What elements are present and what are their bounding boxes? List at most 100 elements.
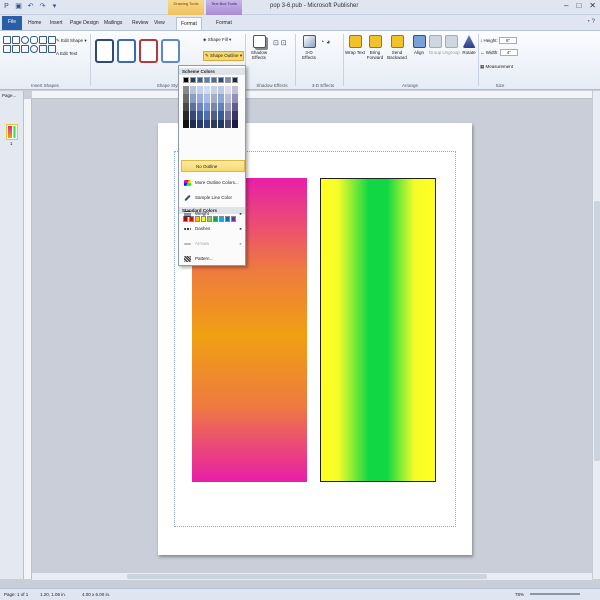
- arrows-icon: [184, 243, 191, 245]
- close-button[interactable]: ✕: [589, 1, 596, 10]
- color-swatch[interactable]: [204, 77, 210, 83]
- edit-text-label: Edit Text: [60, 51, 78, 56]
- sample-line-color-item[interactable]: Sample Line Color: [181, 192, 245, 204]
- oval-shape-icon[interactable]: [21, 36, 29, 44]
- tab-format-textbox[interactable]: Format: [216, 17, 232, 30]
- vertical-scrollbar-thumb[interactable]: [594, 201, 600, 461]
- horizontal-ruler[interactable]: [32, 91, 592, 99]
- no-outline-item[interactable]: No Outline: [181, 160, 245, 172]
- brace-shape-icon[interactable]: [21, 45, 29, 53]
- maximize-button[interactable]: □: [576, 1, 581, 10]
- line-shape-icon[interactable]: [3, 36, 11, 44]
- tint-column[interactable]: [183, 86, 189, 129]
- tab-file[interactable]: File: [2, 16, 22, 30]
- color-swatch[interactable]: [218, 77, 224, 83]
- horizontal-scrollbar[interactable]: [32, 573, 592, 580]
- edit-shape-button[interactable]: ✎ Edit Shape ▾: [56, 38, 87, 44]
- dashes-item[interactable]: Dashes ▸: [181, 223, 245, 235]
- shadow-effects-button[interactable]: Shadow Effects: [248, 35, 270, 79]
- wrap-text-button[interactable]: Wrap Text: [344, 35, 366, 79]
- color-swatch[interactable]: [225, 77, 231, 83]
- thumb-left-shape: [8, 126, 12, 138]
- tint-column[interactable]: [232, 86, 238, 129]
- tab-page-design[interactable]: Page Design: [70, 17, 99, 30]
- tab-view[interactable]: View: [154, 17, 165, 30]
- weight-item[interactable]: Weight ▸: [181, 208, 245, 220]
- tint-column[interactable]: [211, 86, 217, 129]
- vertical-ruler[interactable]: [24, 99, 32, 579]
- tint-column[interactable]: [204, 86, 210, 129]
- tab-insert[interactable]: Insert: [50, 17, 63, 30]
- color-swatch[interactable]: [211, 77, 217, 83]
- edit-text-button[interactable]: A Edit Text: [56, 51, 77, 56]
- bring-forward-button[interactable]: Bring Forward: [364, 35, 386, 79]
- yellow-green-gradient-rectangle[interactable]: [320, 178, 436, 482]
- tint-column[interactable]: [225, 86, 231, 129]
- page-thumbnail[interactable]: [6, 124, 18, 140]
- dashes-icon: [184, 228, 191, 230]
- height-field[interactable]: ↕ Height: 6": [480, 37, 518, 44]
- minimize-button[interactable]: –: [564, 1, 568, 10]
- shape-style-3[interactable]: [139, 39, 158, 63]
- sample-line-color-label: Sample Line Color: [195, 195, 233, 200]
- measurement-button[interactable]: ▦ Measurement: [480, 64, 513, 70]
- workspace[interactable]: [33, 99, 591, 573]
- 3d-effects-button[interactable]: 3-D Effects: [298, 35, 320, 79]
- width-field[interactable]: ↔ Width: 4": [480, 49, 518, 56]
- more-outline-colors-item[interactable]: More Outline Colors...: [181, 177, 245, 189]
- page-thumbnail-number: 1: [10, 141, 13, 146]
- color-swatch[interactable]: [183, 77, 189, 83]
- undo-icon[interactable]: ↶: [26, 2, 35, 11]
- wrap-text-icon: [348, 35, 362, 48]
- color-swatch[interactable]: [197, 77, 203, 83]
- width-value[interactable]: 4": [499, 49, 518, 56]
- bring-forward-label: Bring Forward: [366, 50, 384, 60]
- arrow-shape-icon[interactable]: [48, 36, 56, 44]
- nudge-shadow-icons[interactable]: ⊡ ⊡: [273, 39, 287, 47]
- tilt-icons[interactable]: ◔ ◕: [320, 39, 330, 46]
- star-shape-icon[interactable]: [3, 45, 11, 53]
- bring-forward-icon: [368, 35, 382, 48]
- shape-style-4[interactable]: [161, 39, 180, 63]
- help-icon[interactable]: ◔ ?: [586, 19, 595, 25]
- more-shapes-icon[interactable]: [48, 45, 56, 53]
- redo-icon[interactable]: ↷: [38, 2, 47, 11]
- save-icon[interactable]: ▣: [14, 2, 23, 11]
- customize-qat-icon[interactable]: ▾: [50, 2, 59, 11]
- color-swatch[interactable]: [232, 77, 238, 83]
- rotate-button[interactable]: Rotate: [458, 35, 480, 79]
- status-position: 1.20, 1.06 in.: [40, 592, 67, 597]
- rotate-icon: [462, 35, 476, 48]
- pattern-item[interactable]: Pattern...: [181, 253, 245, 265]
- curve-shape-icon[interactable]: [30, 45, 38, 53]
- hexagon-shape-icon[interactable]: [39, 45, 47, 53]
- size-group-label: Size: [495, 83, 505, 88]
- tab-format-drawing[interactable]: Format: [176, 17, 202, 30]
- tab-mailings[interactable]: Mailings: [104, 17, 122, 30]
- callout-shape-icon[interactable]: [12, 45, 20, 53]
- color-swatch[interactable]: [190, 77, 196, 83]
- status-page[interactable]: Page: 1 of 1: [4, 589, 28, 600]
- status-zoom[interactable]: 78%: [515, 589, 524, 600]
- triangle-shape-icon[interactable]: [39, 36, 47, 44]
- shape-style-1[interactable]: [95, 39, 114, 63]
- tab-home[interactable]: Home: [28, 17, 41, 30]
- height-value[interactable]: 6": [499, 37, 518, 44]
- measurement-label: Measurement: [485, 64, 514, 69]
- shape-style-2[interactable]: [117, 39, 136, 63]
- send-backward-label: Send Backward: [387, 50, 407, 60]
- tint-column[interactable]: [218, 86, 224, 129]
- 3d-effects-btn-label: 3-D Effects: [302, 50, 316, 60]
- vertical-scrollbar[interactable]: [592, 91, 600, 579]
- tint-column[interactable]: [197, 86, 203, 129]
- shape-fill-button[interactable]: ◈ Shape Fill ▾: [203, 37, 231, 43]
- zoom-slider[interactable]: [530, 593, 580, 595]
- tab-review[interactable]: Review: [132, 17, 148, 30]
- send-backward-button[interactable]: Send Backward: [386, 35, 408, 79]
- rounded-rect-shape-icon[interactable]: [30, 36, 38, 44]
- shape-outline-button[interactable]: ✎ Shape Outline ▾: [203, 51, 245, 61]
- insert-shapes-gallery[interactable]: [3, 36, 56, 66]
- horizontal-scrollbar-thumb[interactable]: [127, 574, 487, 579]
- tint-column[interactable]: [190, 86, 196, 129]
- rect-shape-icon[interactable]: [12, 36, 20, 44]
